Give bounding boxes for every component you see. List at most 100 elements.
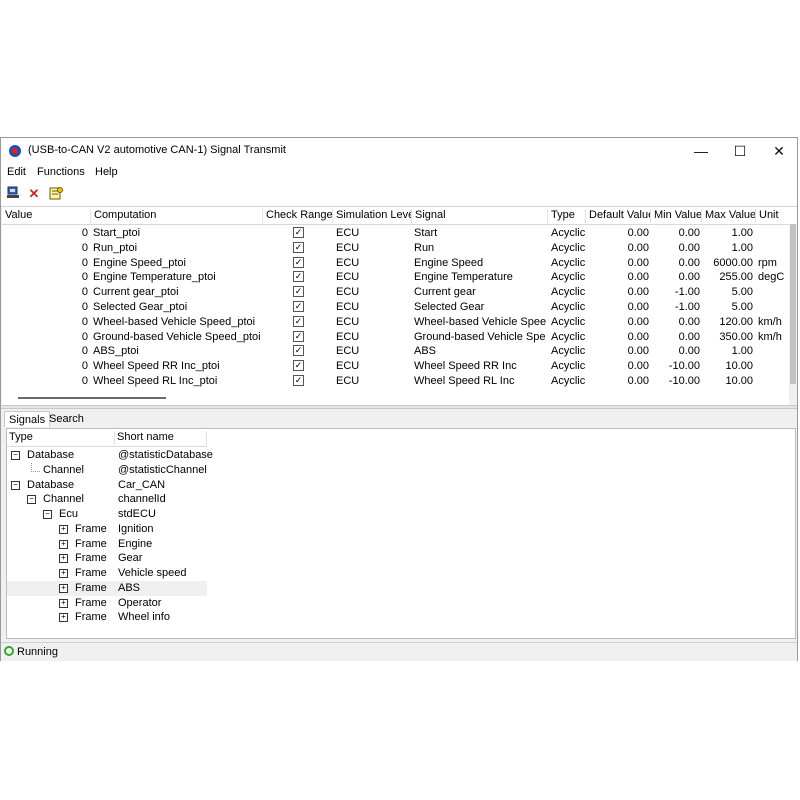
cell-signal: Current gear: [414, 286, 476, 299]
menu-edit[interactable]: Edit: [7, 166, 26, 178]
col-min-value[interactable]: Min Value: [650, 209, 701, 223]
tree-type: Channel: [43, 493, 84, 506]
cell-value[interactable]: 0: [2, 360, 88, 373]
col-signal[interactable]: Signal: [411, 209, 547, 223]
tree-row[interactable]: + Frame Operator: [7, 596, 207, 611]
expand-icon[interactable]: +: [59, 613, 68, 623]
cell-value[interactable]: 0: [2, 316, 88, 329]
tree-row[interactable]: + Frame Engine: [7, 537, 207, 552]
expand-icon[interactable]: +: [59, 554, 68, 564]
table-row[interactable]: 0 Current gear_ptoi ✓ ECU Current gear Acycli…: [2, 285, 792, 299]
tree-col-short-name[interactable]: Short name: [115, 431, 207, 445]
add-signal-icon[interactable]: [5, 186, 21, 202]
tree-row[interactable]: + Frame Gear: [7, 551, 207, 566]
cell-value[interactable]: 0: [2, 257, 88, 270]
expand-icon[interactable]: +: [59, 569, 68, 578]
expand-icon[interactable]: +: [59, 524, 68, 534]
check-ranges-checkbox[interactable]: ✓: [293, 345, 304, 357]
col-type[interactable]: Type: [547, 209, 585, 223]
table-row[interactable]: 0 ABS_ptoi ✓ ECU ABS Acyclic 0.00 0.00 1.00: [2, 344, 792, 358]
check-ranges-checkbox[interactable]: ✓: [293, 286, 304, 298]
table-row[interactable]: 0 Run_ptoi ✓ ECU Run Acyclic 0.00 0.00 1.00: [2, 241, 792, 255]
tab-search[interactable]: Search: [45, 411, 88, 427]
check-ranges-checkbox[interactable]: ✓: [293, 271, 304, 283]
delete-icon[interactable]: ✕: [26, 186, 42, 202]
tree-row[interactable]: Channel @statisticChannel: [7, 462, 207, 478]
cell-signal: ABS: [414, 345, 437, 358]
col-simulation-level[interactable]: Simulation Level: [332, 209, 411, 223]
cell-default: 0.00: [627, 301, 649, 313]
cell-value[interactable]: 0: [2, 301, 88, 314]
expand-icon[interactable]: +: [59, 598, 68, 608]
cell-type: Acyclic: [551, 330, 585, 343]
menu-functions[interactable]: Functions: [37, 166, 85, 178]
col-value[interactable]: Value: [2, 209, 90, 223]
cell-max: 5.00: [731, 301, 753, 313]
collapse-icon[interactable]: −: [27, 495, 36, 505]
col-default-value[interactable]: Default Value: [585, 209, 650, 223]
table-row[interactable]: 0 Selected Gear_ptoi ✓ ECU Selected Gear Acyc…: [2, 300, 792, 314]
menu-help[interactable]: Help: [95, 166, 118, 178]
cell-value[interactable]: 0: [2, 286, 88, 299]
cell-min: 0.00: [678, 271, 700, 284]
cell-value[interactable]: 0: [2, 375, 88, 388]
tab-signals[interactable]: Signals: [4, 411, 51, 427]
cell-value[interactable]: 0: [2, 242, 88, 255]
cell-type: Acyclic: [551, 315, 585, 328]
table-row[interactable]: 0 Engine Temperature_ptoi ✓ ECU Engine Tempe…: [2, 270, 792, 284]
horizontal-scrollbar[interactable]: [18, 397, 166, 399]
check-ranges-checkbox[interactable]: ✓: [293, 301, 304, 312]
table-row[interactable]: 0 Wheel-based Vehicle Speed_ptoi ✓ ECU Wheel…: [2, 315, 792, 329]
collapse-icon[interactable]: −: [43, 510, 52, 519]
scroll-thumb[interactable]: [790, 224, 796, 384]
cell-type: Acyclic: [551, 301, 585, 313]
check-ranges-checkbox[interactable]: ✓: [293, 330, 304, 342]
table-row[interactable]: 0 Ground-based Vehicle Speed_ptoi ✓ ECU Grou…: [2, 330, 792, 344]
tree-row[interactable]: + Frame Ignition: [7, 522, 207, 537]
table-row[interactable]: 0 Wheel Speed RR Inc_ptoi ✓ ECU Wheel Speed …: [2, 359, 792, 373]
cell-value[interactable]: 0: [2, 331, 88, 344]
tree-row[interactable]: − Ecu stdECU: [7, 507, 207, 522]
minimize-button[interactable]: —: [681, 138, 721, 164]
col-max-value[interactable]: Max Value: [701, 209, 755, 223]
cell-type: Acyclic: [551, 256, 585, 269]
expand-icon[interactable]: +: [59, 583, 68, 593]
running-status-icon: [4, 646, 14, 656]
vertical-scrollbar[interactable]: [789, 224, 797, 405]
check-ranges-checkbox[interactable]: ✓: [293, 256, 304, 268]
tree-row[interactable]: + Frame ABS: [7, 580, 207, 596]
collapse-icon[interactable]: −: [11, 480, 20, 490]
table-row[interactable]: 0 Engine Speed_ptoi ✓ ECU Engine Speed Acycli…: [2, 256, 792, 270]
table-row[interactable]: 0 Wheel Speed RL Inc_ptoi ✓ ECU Wheel Speed …: [2, 374, 792, 388]
col-computation[interactable]: Computation: [90, 209, 262, 223]
check-ranges-checkbox[interactable]: ✓: [293, 315, 304, 327]
check-ranges-checkbox[interactable]: ✓: [293, 360, 304, 372]
check-ranges-checkbox[interactable]: ✓: [293, 375, 304, 386]
tree-row[interactable]: + Frame Wheel info: [7, 610, 207, 625]
cell-computation: Selected Gear_ptoi: [93, 301, 188, 313]
check-ranges-checkbox[interactable]: ✓: [293, 227, 304, 238]
cell-max: 350.00: [719, 330, 753, 343]
tree-col-type[interactable]: Type: [7, 431, 115, 445]
title-bar[interactable]: (USB-to-CAN V2 automotive CAN-1) Signal …: [1, 138, 797, 164]
col-check-ranges[interactable]: Check Ranges: [262, 209, 332, 223]
col-unit[interactable]: Unit: [755, 209, 792, 223]
cell-unit: [758, 375, 792, 388]
tree-row[interactable]: − Database Car_CAN: [7, 478, 207, 493]
cell-value[interactable]: 0: [2, 271, 88, 284]
tree-row[interactable]: + Frame Vehicle speed: [7, 566, 207, 581]
properties-icon[interactable]: [48, 186, 64, 202]
check-ranges-checkbox[interactable]: ✓: [293, 241, 304, 253]
collapse-icon[interactable]: −: [11, 451, 20, 460]
pane-splitter[interactable]: [1, 405, 797, 409]
cell-value[interactable]: 0: [2, 227, 88, 240]
tree-type: Frame: [75, 552, 107, 565]
expand-icon[interactable]: +: [59, 539, 68, 549]
close-button[interactable]: ✕: [759, 138, 799, 164]
tree-row[interactable]: − Channel channelId: [7, 492, 207, 507]
tree-row[interactable]: − Database @statisticDatabase: [7, 448, 213, 463]
table-row[interactable]: 0 Start_ptoi ✓ ECU Start Acyclic 0.00 0.00 1.00: [2, 226, 792, 240]
cell-value[interactable]: 0: [2, 345, 88, 358]
maximize-button[interactable]: ☐: [720, 138, 760, 164]
signal-tree: Type Short name − Database @statisticDatab…: [6, 428, 796, 639]
